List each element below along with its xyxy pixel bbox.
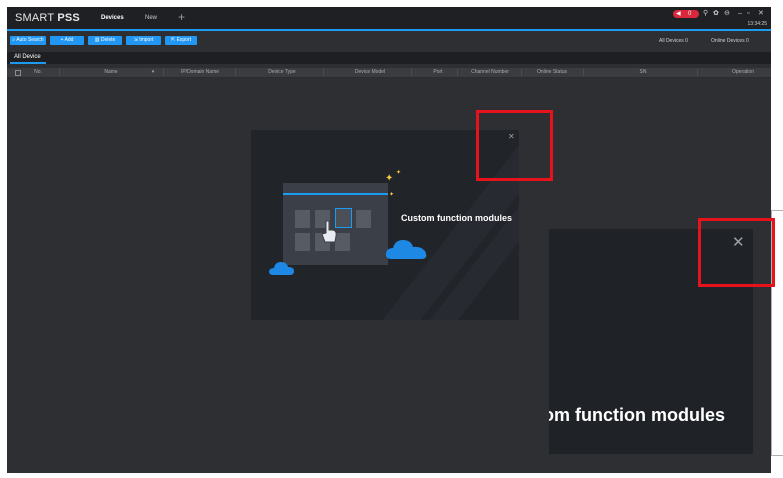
column-divider <box>521 69 522 76</box>
col-operation[interactable]: Operation <box>725 69 761 75</box>
sparkle-icon: ✦ <box>385 173 394 184</box>
auto-search-label: Auto Search <box>16 37 44 43</box>
cloud-icon <box>269 262 294 275</box>
tab-devices[interactable]: Devices <box>101 15 124 21</box>
select-all-checkbox[interactable] <box>15 70 21 76</box>
alarm-icon: ◀ <box>676 11 681 17</box>
col-ip-domain[interactable]: IP/Domain Name <box>175 69 225 75</box>
col-sn[interactable]: SN <box>635 69 651 75</box>
col-name[interactable]: Name <box>99 69 123 75</box>
column-divider <box>235 69 236 76</box>
device-subtabs: All Device <box>7 52 771 64</box>
title-bar: SMART PSS Devices New + ◀ 0 ⚲ ✿ ⊖ – ▫ ✕ 1… <box>7 7 771 31</box>
toolbar: ⌕ Auto Search + Add ▥ Delete ⇲ Import ⇱ … <box>7 33 771 49</box>
column-divider <box>457 69 458 76</box>
column-divider <box>323 69 324 76</box>
delete-label: Delete <box>100 37 116 43</box>
logo-prefix: SMART <box>15 12 58 24</box>
col-port[interactable]: Port <box>429 69 447 75</box>
clock: 13:34:25 <box>747 21 767 27</box>
module-tile <box>356 210 371 228</box>
export-button[interactable]: ⇱ Export <box>165 36 197 45</box>
sparkle-icon: ✦ <box>396 170 402 176</box>
dialog-title: Custom function modules <box>401 213 512 223</box>
tab-all-device[interactable]: All Device <box>14 54 41 60</box>
column-divider <box>163 69 164 76</box>
sparkle-icon: ✦ <box>389 192 395 198</box>
user-icon[interactable]: ⚲ <box>703 10 708 18</box>
add-tab-icon[interactable]: + <box>178 11 185 23</box>
col-channel-number[interactable]: Channel Number <box>465 69 515 75</box>
hand-pointer-icon <box>321 220 337 243</box>
col-device-type[interactable]: Device Type <box>262 69 302 75</box>
col-online-status[interactable]: Online Status <box>529 69 575 75</box>
module-tile <box>295 233 310 251</box>
cloud-icon <box>385 240 427 259</box>
column-divider <box>697 69 698 76</box>
all-devices-count: All Devices 0 <box>659 38 688 44</box>
delete-button[interactable]: ▥ Delete <box>88 36 122 45</box>
active-subtab-indicator <box>10 62 46 64</box>
app-logo: SMART PSS <box>15 12 80 24</box>
highlight-close-box <box>476 110 553 181</box>
device-table-header: No. Name ▾ IP/Domain Name Device Type De… <box>7 68 771 78</box>
close-window-icon[interactable]: ✕ <box>758 10 764 18</box>
add-label: Add <box>64 37 74 43</box>
alarm-count: 0 <box>688 11 692 17</box>
add-button[interactable]: + Add <box>50 36 84 45</box>
tab-new[interactable]: New <box>145 15 157 21</box>
screen-accent-line <box>283 193 388 195</box>
illustration-screen <box>283 183 388 265</box>
col-device-model[interactable]: Device Model <box>349 69 391 75</box>
column-divider <box>59 69 60 76</box>
auto-search-button[interactable]: ⌕ Auto Search <box>10 36 46 45</box>
module-tile <box>295 210 310 228</box>
alarm-badge[interactable]: ◀ 0 <box>673 10 699 18</box>
export-label: Export <box>176 37 192 43</box>
settings-icon[interactable]: ✿ <box>713 10 719 18</box>
logo-bold: PSS <box>57 12 80 24</box>
col-no[interactable]: No. <box>31 69 45 75</box>
column-divider <box>411 69 412 76</box>
accent-line <box>7 29 771 31</box>
minimize-icon[interactable]: – <box>738 10 742 18</box>
import-label: Import <box>139 37 154 43</box>
highlight-zoomed-close-box <box>698 218 775 287</box>
sort-icon[interactable]: ▾ <box>150 69 156 75</box>
import-button[interactable]: ⇲ Import <box>126 36 161 45</box>
zoomed-dialog-title: om function modules <box>549 405 725 425</box>
online-devices-count: Online Devices 0 <box>711 38 749 44</box>
lock-icon[interactable]: ⊖ <box>724 10 730 18</box>
maximize-icon[interactable]: ▫ <box>747 10 749 18</box>
column-divider <box>583 69 584 76</box>
